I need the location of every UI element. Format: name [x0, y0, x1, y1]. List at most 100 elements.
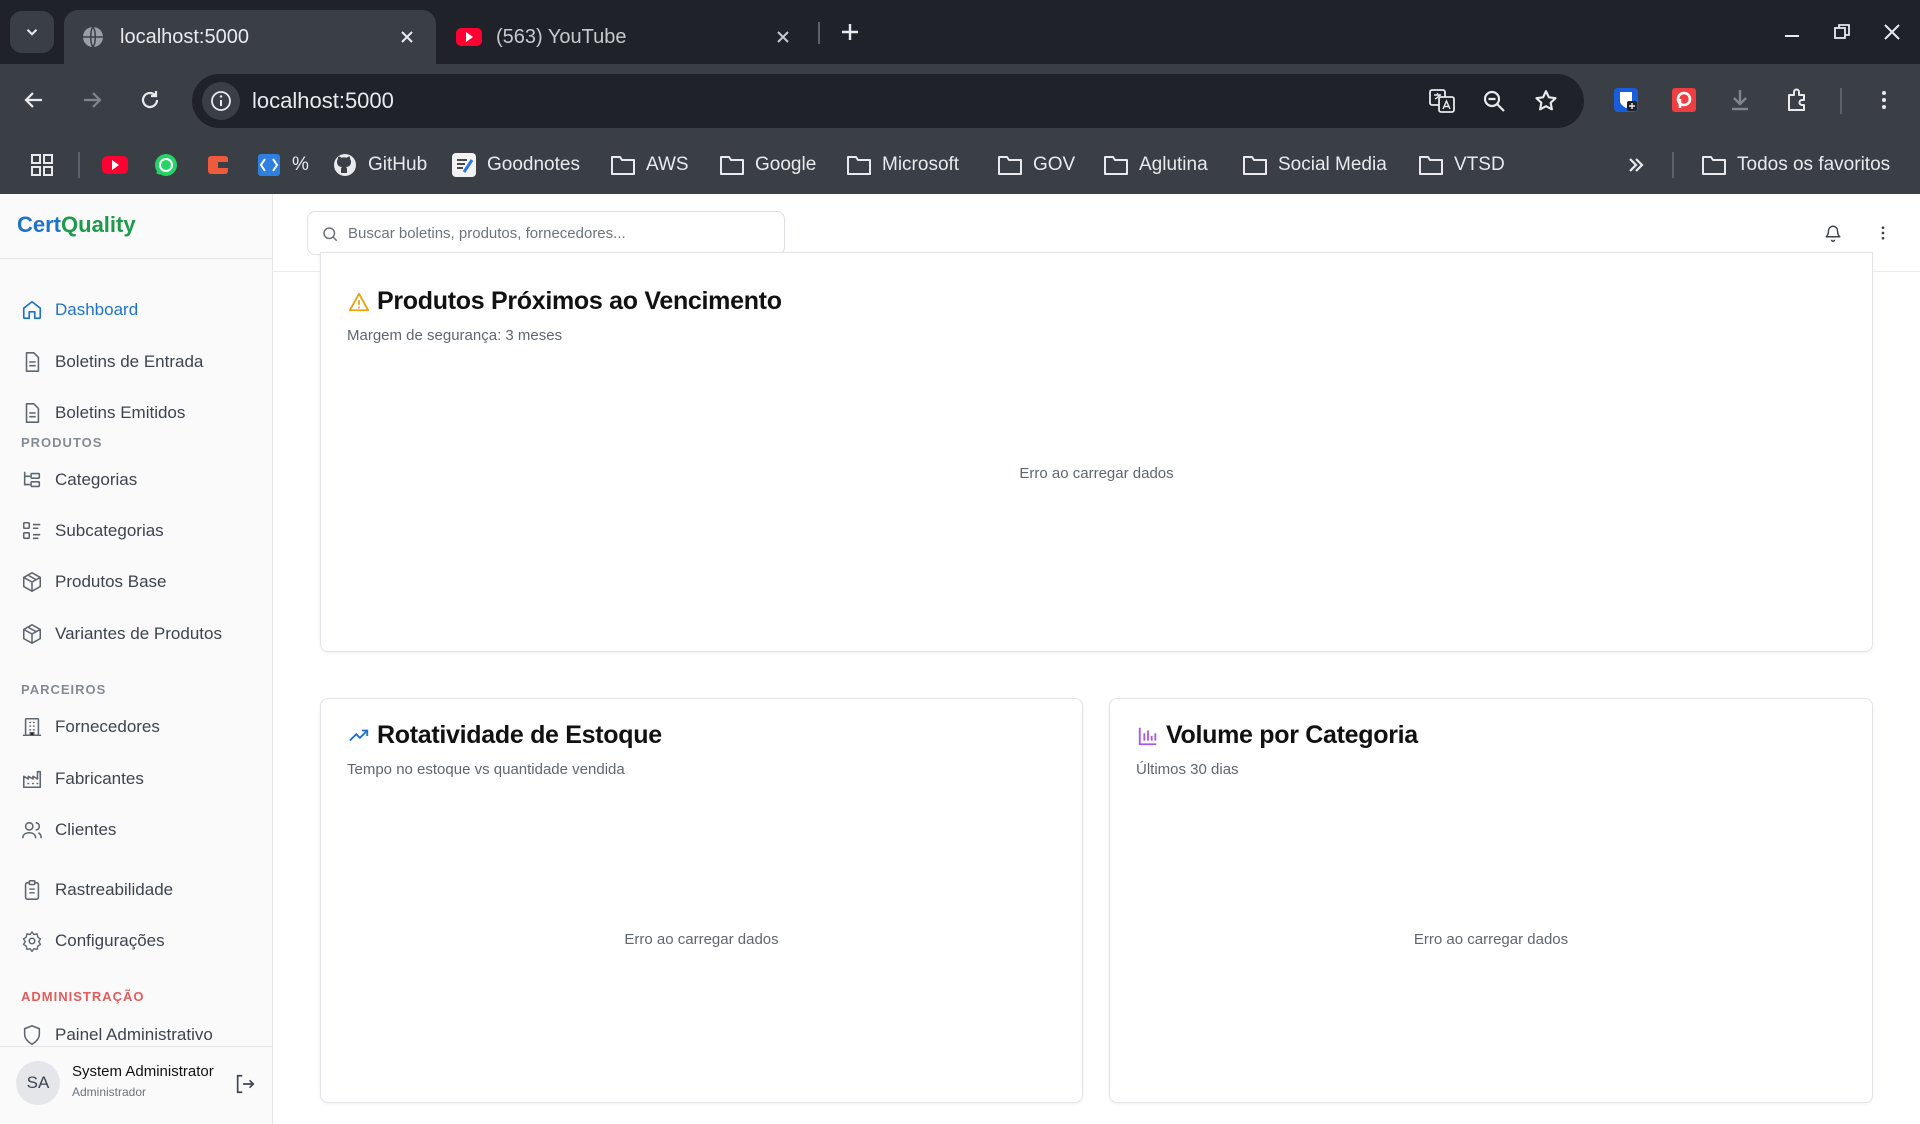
translate-icon [1429, 89, 1455, 113]
pocket-icon [1672, 88, 1696, 112]
sidebar-item-variantes[interactable]: Variantes de Produtos [20, 616, 222, 652]
logout-button[interactable] [232, 1071, 258, 1097]
sidebar-item-configuracoes[interactable]: Configurações [20, 923, 165, 959]
bookmark-star-button[interactable] [1532, 87, 1560, 115]
gov-folder[interactable]: GOV [996, 148, 1075, 182]
bar-chart-icon [1136, 724, 1160, 748]
tab-search-button[interactable] [10, 11, 54, 53]
factory-icon [20, 767, 44, 791]
goodnotes-bookmark[interactable]: Goodnotes [450, 148, 580, 182]
tab-localhost[interactable]: localhost:5000 [64, 10, 436, 64]
close-window-button[interactable] [1872, 14, 1912, 50]
bookmarks-bar: % GitHub Goodnotes AWS Google Microsoft … [0, 136, 1920, 194]
sidebar-item-fabricantes[interactable]: Fabricantes [20, 761, 144, 797]
avatar[interactable]: SA [16, 1061, 60, 1105]
sidebar-item-fornecedores[interactable]: Fornecedores [20, 709, 160, 745]
bookmark-label: Microsoft [882, 154, 960, 175]
forward-button[interactable] [74, 82, 110, 118]
close-tab-icon[interactable] [770, 24, 796, 50]
sidebar-item-subcategorias[interactable]: Subcategorias [20, 513, 164, 549]
whatsapp-bookmark[interactable] [152, 148, 189, 182]
more-vertical-icon [1882, 91, 1886, 109]
restore-button[interactable] [1822, 14, 1862, 50]
error-message: Erro ao carregar dados [1019, 465, 1174, 482]
percent-bookmark[interactable]: % [255, 148, 309, 182]
bookmark-label: Aglutina [1139, 154, 1208, 175]
users-icon [20, 818, 44, 842]
section-label-produtos: PRODUTOS [21, 435, 103, 450]
browser-menu-button[interactable] [1868, 84, 1900, 116]
bookmark-label: Goodnotes [487, 154, 580, 175]
shield-extension-icon [1614, 88, 1638, 112]
vtsd-folder[interactable]: VTSD [1417, 148, 1505, 182]
downloads-button[interactable] [1724, 84, 1756, 116]
extensions-button[interactable] [1782, 84, 1814, 116]
url-text[interactable]: localhost:5000 [252, 88, 394, 114]
tab-youtube[interactable]: (563) YouTube [440, 10, 812, 64]
translate-button[interactable] [1428, 87, 1456, 115]
more-options-button[interactable] [1871, 221, 1895, 245]
file-text-icon [20, 350, 44, 374]
close-tab-icon[interactable] [394, 24, 420, 50]
brand-logo[interactable]: CertQuality [0, 194, 272, 259]
sidebar-item-boletins-entrada[interactable]: Boletins de Entrada [20, 344, 203, 380]
social-media-folder[interactable]: Social Media [1241, 148, 1387, 182]
apps-bookmark[interactable] [28, 148, 65, 182]
user-role: Administrador [72, 1085, 147, 1099]
log-out-icon [236, 1074, 255, 1094]
address-bar[interactable]: localhost:5000 [192, 74, 1584, 128]
bookmark-label: % [292, 154, 309, 175]
sidebar-item-label: Boletins de Entrada [55, 352, 204, 371]
google-folder[interactable]: Google [718, 148, 816, 182]
app-root: CertQuality Dashboard Boletins de Entrad… [0, 194, 1920, 1124]
youtube-bookmark[interactable] [101, 148, 138, 182]
github-icon [331, 151, 359, 179]
red-app-bookmark[interactable] [204, 148, 241, 182]
sidebar-item-categorias[interactable]: Categorias [20, 462, 137, 498]
browser-toolbar: localhost:5000 [0, 64, 1920, 136]
sidebar-item-label: Subcategorias [55, 521, 164, 540]
more-bookmarks-button[interactable] [1622, 148, 1659, 182]
bookmark-label: VTSD [1454, 154, 1505, 175]
aglutina-folder[interactable]: Aglutina [1102, 148, 1208, 182]
pocket-extension[interactable] [1668, 84, 1700, 116]
sidebar: CertQuality Dashboard Boletins de Entrad… [0, 194, 273, 1124]
bookmark-label: GitHub [368, 154, 428, 175]
aws-folder[interactable]: AWS [609, 148, 689, 182]
folder-tree-icon [20, 468, 44, 492]
sidebar-item-label: Configurações [55, 931, 165, 950]
sidebar-item-produtos-base[interactable]: Produtos Base [20, 564, 167, 600]
file-text-icon [20, 401, 44, 425]
sidebar-item-boletins-emitidos[interactable]: Boletins Emitidos [20, 395, 185, 431]
home-icon [20, 298, 44, 322]
folder-icon [996, 151, 1024, 179]
arrow-right-icon [84, 92, 102, 108]
github-bookmark[interactable]: GitHub [331, 148, 427, 182]
minimize-icon [1785, 35, 1799, 37]
dashboard-main: Produtos Próximos ao Vencimento Margem d… [273, 252, 1920, 1124]
minimize-button[interactable] [1772, 14, 1812, 50]
bitwarden-extension[interactable] [1610, 84, 1642, 116]
download-icon [1732, 90, 1748, 111]
sidebar-item-label: Variantes de Produtos [55, 624, 222, 643]
folder-icon [1102, 151, 1130, 179]
package-icon [20, 570, 44, 594]
bookmark-label: Todos os favoritos [1737, 154, 1891, 175]
new-tab-button[interactable] [832, 14, 868, 50]
search-box [307, 211, 785, 255]
bookmark-label: Google [755, 154, 817, 175]
sidebar-item-clientes[interactable]: Clientes [20, 812, 116, 848]
reload-button[interactable] [132, 82, 168, 118]
building-icon [20, 715, 44, 739]
microsoft-folder[interactable]: Microsoft [845, 148, 959, 182]
sidebar-item-rastreabilidade[interactable]: Rastreabilidade [20, 872, 173, 908]
back-button[interactable] [16, 82, 52, 118]
site-info-button[interactable] [202, 82, 240, 120]
search-input[interactable] [348, 218, 778, 248]
section-label-admin: ADMINISTRAÇÃO [21, 989, 145, 1004]
zoom-button[interactable] [1480, 87, 1508, 115]
sidebar-item-dashboard[interactable]: Dashboard [20, 292, 138, 328]
notifications-button[interactable] [1821, 221, 1845, 245]
whatsapp-icon [152, 151, 180, 179]
all-bookmarks-folder[interactable]: Todos os favoritos [1700, 148, 1890, 182]
